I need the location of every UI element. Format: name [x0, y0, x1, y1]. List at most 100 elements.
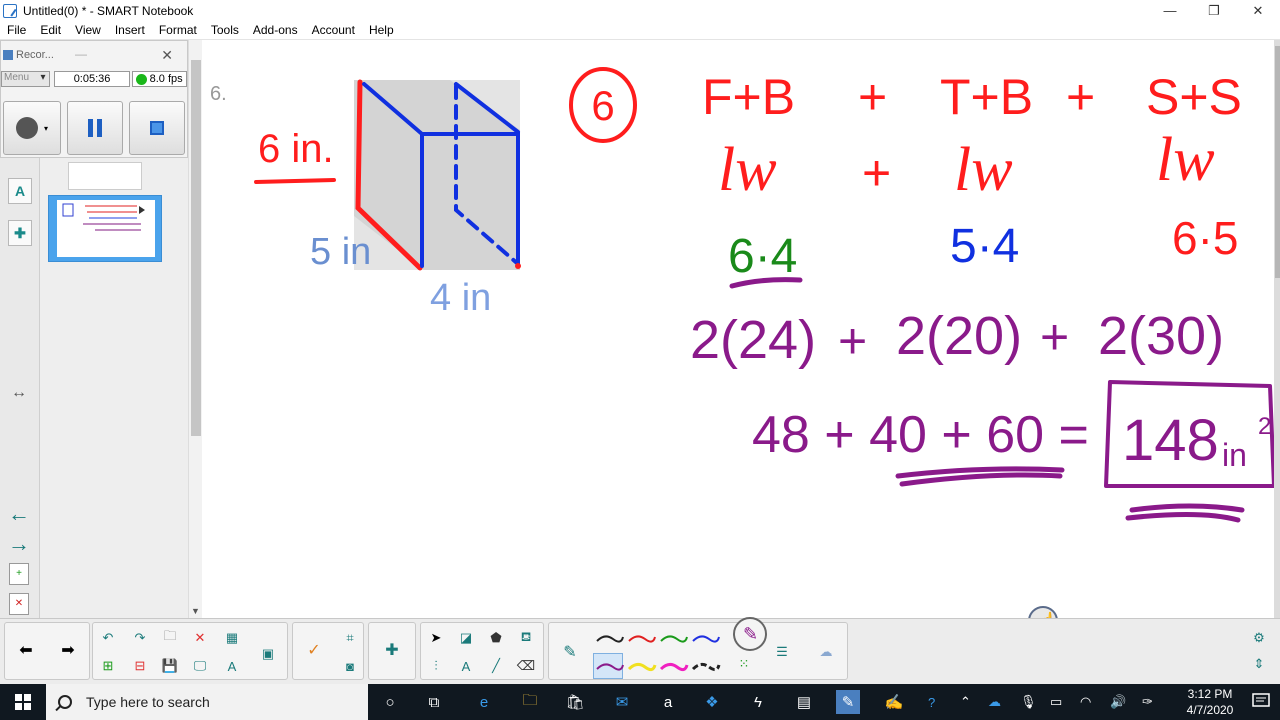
next-page-button[interactable]: ➡ [57, 639, 79, 661]
side-side-term: S+S [1146, 69, 1242, 125]
active-pen-button[interactable]: ✎ [733, 617, 767, 651]
app-taskbar-icon[interactable]: ϟ [746, 690, 770, 714]
delete-page-icon[interactable]: ✕ [9, 593, 29, 615]
pen-color-swatches[interactable] [593, 629, 733, 679]
amazon-taskbar-icon[interactable]: a [656, 690, 680, 714]
document-camera-icon: ⌗ [346, 630, 354, 645]
whiteboard-canvas[interactable]: 6. 6 in. 5 in 4 in 6 F+B + T+B + S+S lw … [202, 40, 1274, 618]
undo-button[interactable]: ↶ [97, 627, 119, 649]
recorder-taskbar-icon[interactable]: ▤ [792, 690, 816, 714]
pen-tool-button[interactable]: ✎ [559, 641, 581, 663]
magic-pen-button[interactable]: ☁ [815, 641, 837, 663]
add-page-icon[interactable]: + [9, 563, 29, 585]
app-window: Untitled(0) * - SMART Notebook — ❐ ✕ Fil… [0, 0, 1280, 720]
smart-ink-taskbar-icon[interactable]: ✍ [882, 690, 906, 714]
new-page-button[interactable]: ⊞ [97, 655, 119, 677]
line-style-button[interactable]: ☰ [771, 641, 793, 663]
row1-plus-2: + [1066, 69, 1095, 125]
show-hidden-icons-button[interactable]: ⌃ [960, 693, 971, 711]
polygon-tool-button[interactable]: ⬟ [485, 627, 507, 649]
menu-edit[interactable]: Edit [33, 23, 68, 37]
open-file-button[interactable]: 🗀 [159, 627, 181, 649]
insert-table-button[interactable]: ▦ [221, 627, 243, 649]
page-thumbnail-previous[interactable] [68, 162, 142, 190]
area-formula-3: lw [1156, 126, 1215, 194]
canvas-scrollbar[interactable] [1274, 40, 1280, 618]
volume-tray-icon[interactable]: 🔊 [1110, 693, 1126, 711]
addons-button[interactable]: ✚ [381, 639, 403, 661]
doubled-side-side: 2(30) [1098, 306, 1224, 366]
wifi-tray-icon[interactable]: ◠ [1080, 693, 1091, 711]
side-tab-strip: A ✚ ↔ ← → + ✕ [0, 158, 40, 618]
top-bottom-term: T+B [940, 69, 1033, 125]
menu-format[interactable]: Format [152, 23, 204, 37]
save-button[interactable]: 💾 [159, 655, 181, 677]
battery-tray-icon[interactable]: ▭ [1050, 693, 1062, 711]
taskbar-search-box[interactable]: Type here to search [46, 684, 368, 720]
response-group: ✓ ⌗ ◙ [292, 622, 364, 680]
next-page-arrow-icon[interactable]: → [6, 531, 32, 556]
response-button[interactable]: ✓ [303, 639, 325, 661]
pen-workspace-tray-icon[interactable]: ✑ [1142, 693, 1153, 711]
document-camera-button[interactable]: ⌗ [339, 627, 361, 649]
gallery-tab[interactable]: A [8, 178, 32, 204]
menu-help[interactable]: Help [362, 23, 401, 37]
camera-button[interactable]: ◙ [339, 655, 361, 677]
task-view-button[interactable]: ⧉ [422, 690, 446, 714]
row2-plus: + [862, 145, 891, 201]
shape-tool-button[interactable]: ◪ [455, 627, 477, 649]
menu-view[interactable]: View [68, 23, 108, 37]
menu-tools[interactable]: Tools [204, 23, 246, 37]
screen-capture-button[interactable]: ▣ [257, 643, 279, 665]
store-taskbar-icon[interactable]: 🛍 [563, 690, 587, 714]
panel-resize-icon[interactable]: ↔ [6, 382, 32, 404]
restore-button[interactable]: ❐ [1192, 0, 1236, 21]
recorder-menu-dropdown[interactable]: Menu [1, 71, 51, 87]
menu-account[interactable]: Account [305, 23, 362, 37]
menu-insert[interactable]: Insert [108, 23, 152, 37]
mail-taskbar-icon[interactable]: ✉ [610, 690, 634, 714]
onedrive-tray-icon[interactable]: ☁ [988, 693, 1001, 711]
text-tool-button[interactable]: A [455, 655, 477, 677]
page-thumbnail-selected[interactable] [48, 195, 162, 262]
dropbox-taskbar-icon[interactable]: ❖ [700, 690, 724, 714]
page-panel-scrollbar[interactable]: ▼ [188, 40, 202, 618]
record-button[interactable]: ▾ [3, 101, 61, 155]
eraser-tool-button[interactable]: ⌫ [515, 655, 537, 677]
start-button[interactable] [0, 684, 46, 720]
menu-addons[interactable]: Add-ons [246, 23, 305, 37]
properties-button[interactable]: ⫶ [425, 655, 447, 677]
pen-grid-button[interactable]: ⁙ [733, 653, 755, 675]
delete-button[interactable]: ✕ [189, 627, 211, 649]
delete-page-button[interactable]: ⊟ [129, 655, 151, 677]
settings-button[interactable]: ⚙ [1248, 627, 1270, 649]
row4-plus-2: + [1040, 309, 1069, 365]
delete-icon: ✕ [194, 630, 206, 645]
recorder-minimize-button[interactable]: — [75, 47, 87, 61]
help-tray-icon[interactable]: ? [928, 693, 935, 711]
menu-file[interactable]: File [0, 23, 33, 37]
notification-center-button[interactable] [1252, 692, 1270, 710]
toolbar-position-button[interactable]: ⇕ [1248, 653, 1270, 675]
handwriting-button[interactable]: A [221, 655, 243, 677]
previous-page-button[interactable]: ⬅ [15, 639, 37, 661]
file-explorer-taskbar-icon[interactable]: 🗀 [518, 690, 542, 714]
pause-button[interactable] [67, 101, 123, 155]
stop-button[interactable] [129, 101, 185, 155]
previous-page-arrow-icon[interactable]: ← [6, 501, 32, 526]
close-button[interactable]: ✕ [1236, 0, 1280, 21]
taskbar-clock[interactable]: 3:12 PM 4/7/2020 [1180, 686, 1240, 718]
addons-tab[interactable]: ✚ [8, 220, 32, 246]
microphone-tray-icon[interactable]: 🎙 [1020, 693, 1037, 711]
fill-tool-button[interactable]: ⛾ [515, 627, 537, 649]
smart-notebook-taskbar-icon[interactable]: ✎ [836, 690, 860, 714]
page-thumbnail-preview [57, 200, 155, 257]
recorder-close-button[interactable]: ✕ [161, 47, 173, 64]
edge-taskbar-icon[interactable]: e [472, 690, 496, 714]
select-tool-button[interactable]: ➤ [425, 627, 447, 649]
minimize-button[interactable]: — [1148, 0, 1192, 21]
redo-button[interactable]: ↷ [129, 627, 151, 649]
cortana-button[interactable]: ○ [378, 690, 402, 714]
show-screen-button[interactable]: 🖵 [189, 655, 211, 677]
line-tool-button[interactable]: ╱ [485, 655, 507, 677]
